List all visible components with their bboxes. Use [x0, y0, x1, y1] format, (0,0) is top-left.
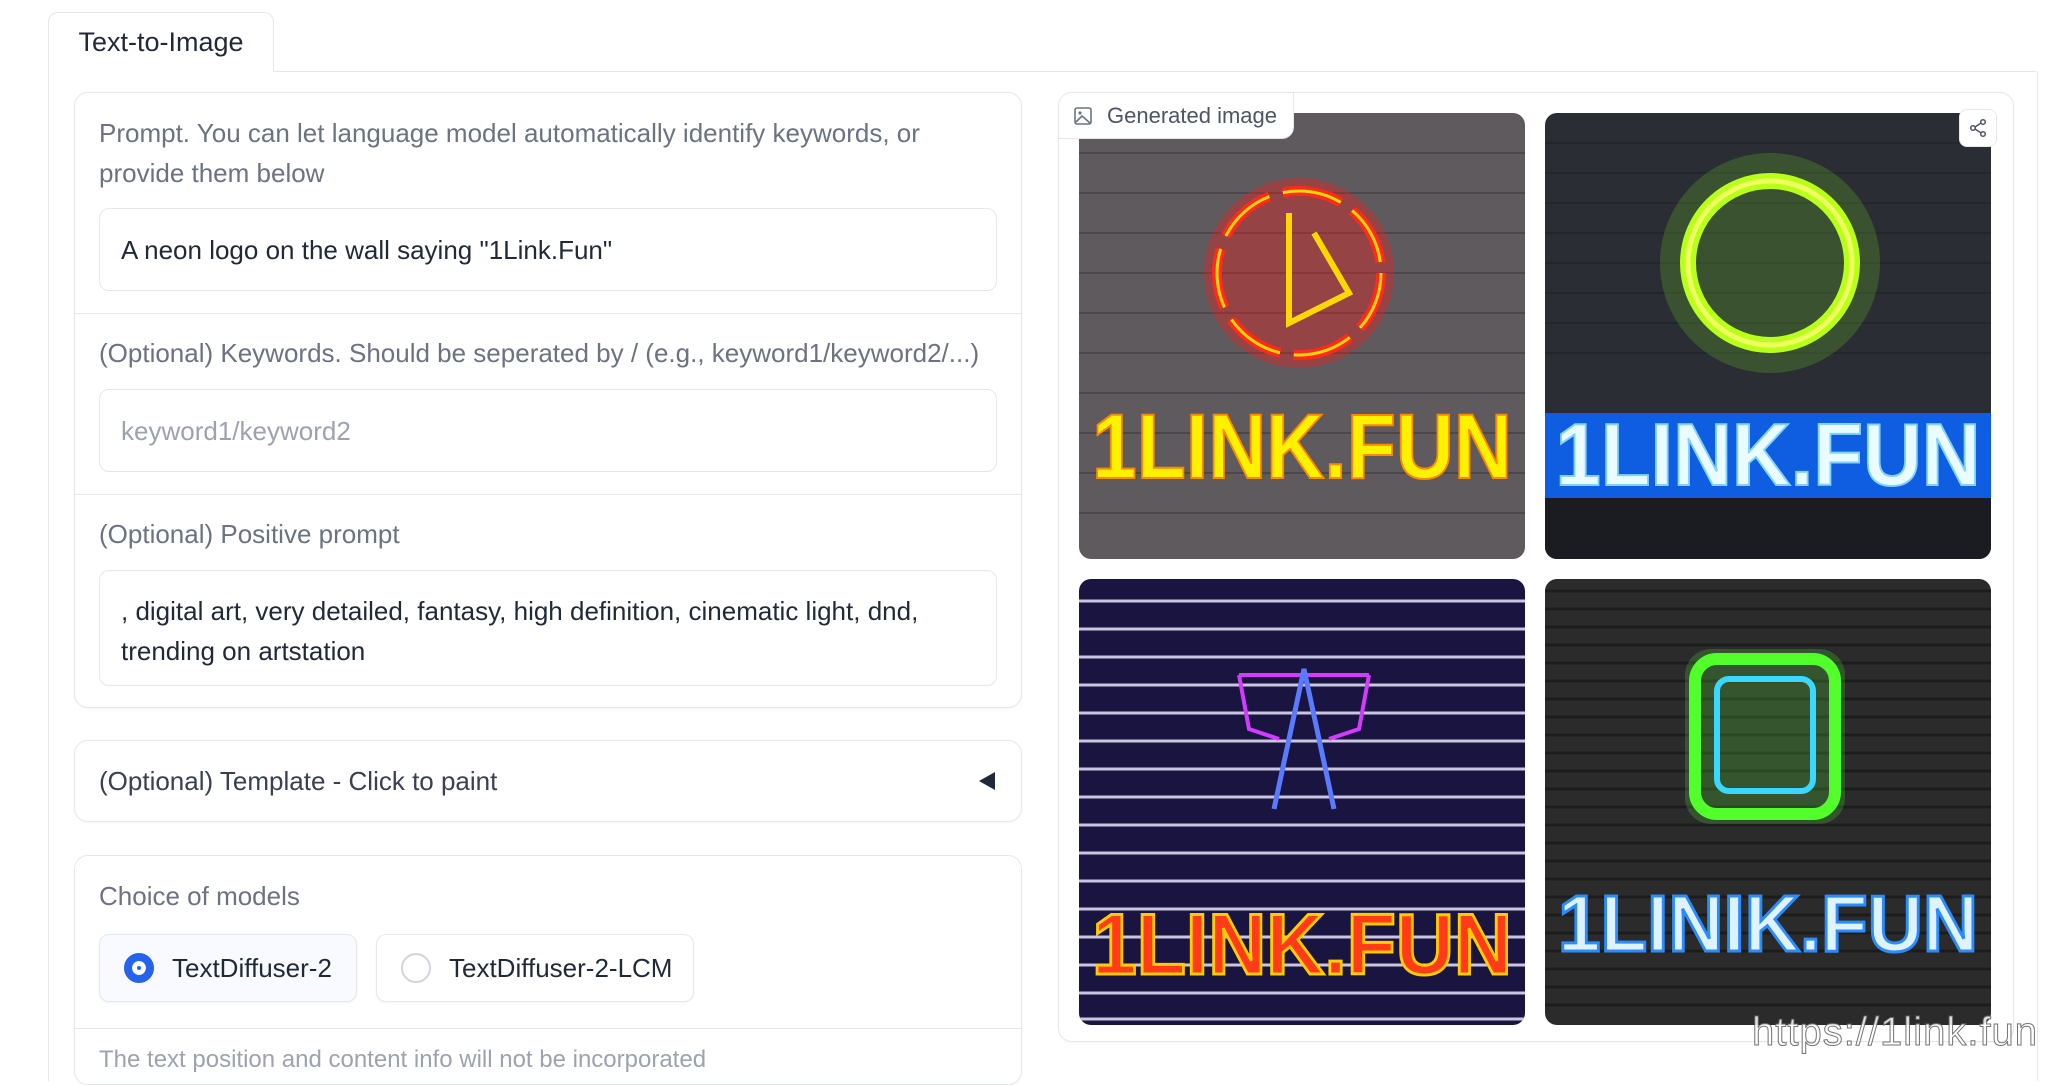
- radio-unchecked-icon[interactable]: [401, 953, 431, 983]
- image-text: 1LINK.FUN: [1092, 897, 1512, 993]
- share-icon: [1969, 118, 1987, 138]
- positive-prompt-label: (Optional) Positive prompt: [99, 519, 400, 549]
- positive-prompt-input[interactable]: , digital art, very detailed, fantasy, h…: [99, 570, 997, 686]
- radio-textdiffuser-2-lcm[interactable]: TextDiffuser-2-LCM: [376, 934, 694, 1002]
- gallery-panel: Generated image 1LINK.FUN 1LINK.FUN 1LIN…: [1058, 92, 2014, 1042]
- triangle-left-icon[interactable]: [977, 771, 997, 796]
- prompt-input[interactable]: A neon logo on the wall saying "1Link.Fu…: [99, 208, 997, 291]
- tab-strip: Text-to-Image: [48, 12, 2036, 72]
- image-text: 1LINK.FUN: [1556, 405, 1981, 504]
- radio-checked-icon[interactable]: [124, 953, 154, 983]
- keywords-input[interactable]: keyword1/keyword2: [99, 389, 997, 472]
- generated-image[interactable]: 1LINIK.FUN: [1545, 579, 1991, 1025]
- tab-text-to-image[interactable]: Text-to-Image: [48, 12, 274, 72]
- models-label: Choice of models: [99, 881, 300, 911]
- divider: [75, 313, 1021, 314]
- divider: [75, 494, 1021, 495]
- image-icon: [1074, 106, 1092, 125]
- prompt-label: Prompt. You can let language model autom…: [99, 118, 920, 188]
- info-text: The text position and content info will …: [99, 1046, 707, 1073]
- generated-image[interactable]: 1LINK.FUN: [1079, 113, 1525, 559]
- divider: [75, 1028, 1021, 1029]
- template-accordion[interactable]: (Optional) Template - Click to paint: [74, 740, 1022, 822]
- gallery-label: Generated image: [1059, 93, 1294, 139]
- generated-image[interactable]: 1LINK.FUN: [1079, 579, 1525, 1025]
- model-choice-group: Choice of models TextDiffuser-2 TextDiff…: [74, 855, 1022, 1085]
- generated-image[interactable]: 1LINK.FUN: [1545, 113, 1991, 559]
- template-label: (Optional) Template - Click to paint: [99, 766, 498, 796]
- share-button[interactable]: [1959, 109, 1997, 147]
- radio-label: TextDiffuser-2: [172, 952, 332, 983]
- radio-label: TextDiffuser-2-LCM: [449, 952, 673, 983]
- radio-textdiffuser-2[interactable]: TextDiffuser-2: [99, 934, 357, 1002]
- watermark: https://1link.fun: [1751, 1010, 2039, 1055]
- image-text: 1LINIK.FUN: [1558, 879, 1978, 968]
- keywords-label: (Optional) Keywords. Should be seperated…: [99, 338, 980, 368]
- prompt-group: Prompt. You can let language model autom…: [74, 92, 1022, 708]
- image-text: 1LINK.FUN: [1092, 396, 1512, 498]
